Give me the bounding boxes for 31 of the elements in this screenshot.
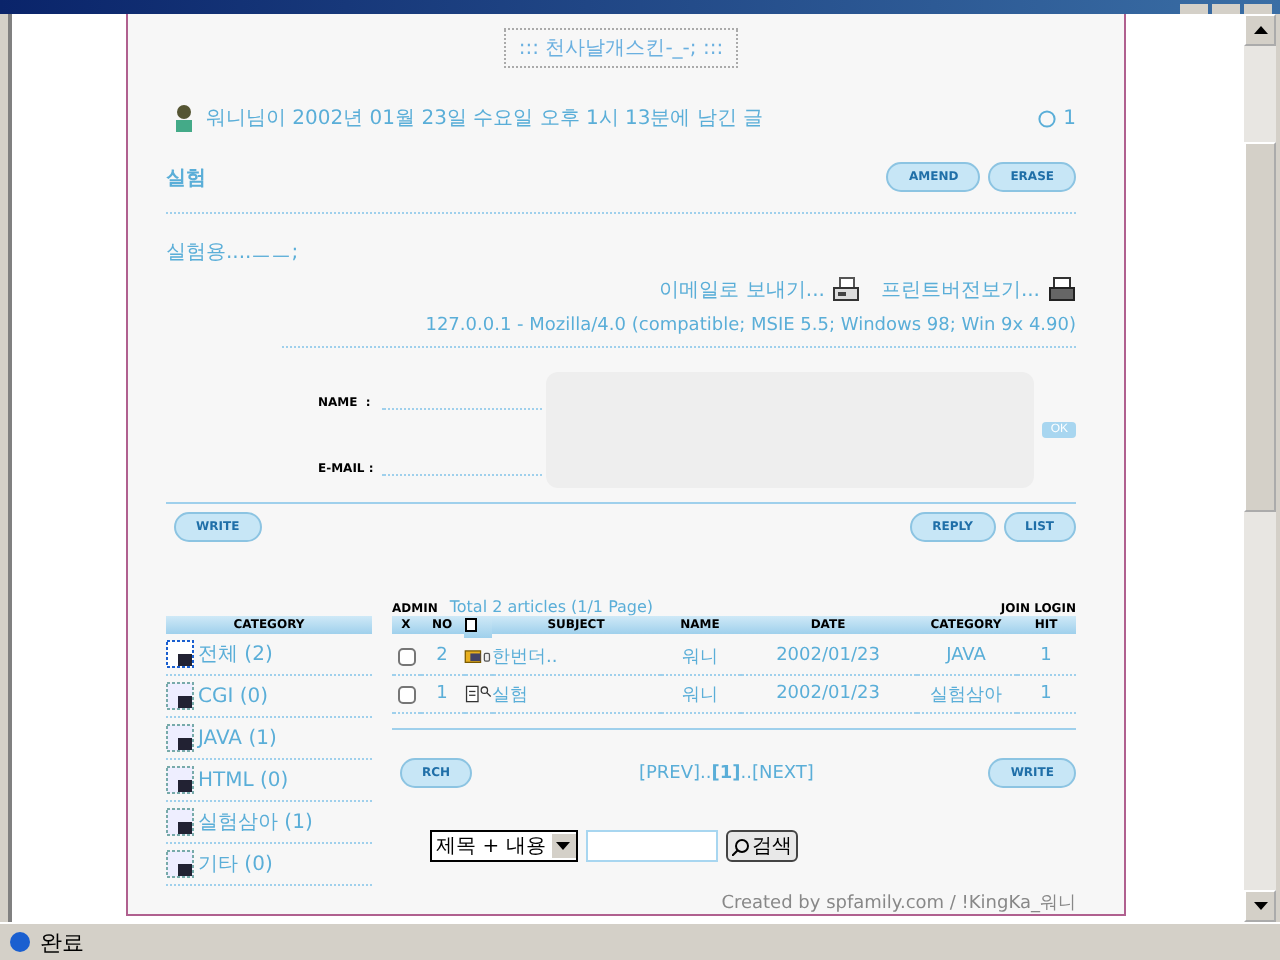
post-body: 실험용....ㅡㅡ; bbox=[166, 240, 301, 266]
credit-text: Created by spfamily.com / !KingKa_워니 bbox=[719, 892, 1076, 916]
page-links[interactable]: [PREV]..[1]..[NEXT] bbox=[638, 763, 814, 783]
table-cell: 1 bbox=[1016, 638, 1076, 676]
table-cell: 1 bbox=[1016, 676, 1076, 714]
post-subject: 실험 bbox=[166, 165, 206, 191]
action-link[interactable]: 이메일로 보내기... bbox=[659, 276, 861, 304]
table-cell: 워니 bbox=[660, 638, 740, 676]
category-item[interactable]: JAVA (1) bbox=[166, 718, 372, 760]
action-link[interactable]: 프린트버전보기... bbox=[880, 276, 1076, 304]
table-cell: JAVA bbox=[916, 638, 1016, 676]
table-cell: 1 bbox=[420, 676, 464, 714]
status-text: 완료 bbox=[40, 927, 84, 957]
user-agent: 127.0.0.1 - Mozilla/4.0 (compatible; MSIE 5.5; Windows 98; Win 9x 4.90) bbox=[423, 316, 1076, 336]
table-cell: 워니 bbox=[660, 676, 740, 714]
category-item[interactable]: 전체 (2) bbox=[166, 634, 372, 676]
category-item[interactable]: HTML (0) bbox=[166, 760, 372, 802]
table-cell: 2002/01/23 bbox=[740, 676, 916, 714]
search-type-select[interactable]: 제목 + 내용 bbox=[430, 830, 578, 862]
subject-link[interactable]: 한번더.. bbox=[492, 638, 660, 676]
board-title: ::: 천사날개스킨-_-; ::: bbox=[504, 28, 738, 68]
category-item[interactable]: 기타 (0) bbox=[166, 844, 372, 886]
article-total: Total 2 articles (1/1 Page) bbox=[449, 598, 654, 616]
subject-link[interactable]: 실험 bbox=[492, 676, 660, 714]
category-item[interactable]: CGI (0) bbox=[166, 676, 372, 718]
category-item[interactable]: 실험삼아 (1) bbox=[166, 802, 372, 844]
hit-count: 1 bbox=[1063, 107, 1076, 129]
search-button[interactable]: 검색 bbox=[725, 830, 798, 862]
table-cell: 실험삼아 bbox=[916, 676, 1016, 714]
author-line: 워니님이 2002년 01월 23일 수요일 오후 1시 13분에 남긴 글 bbox=[206, 106, 764, 132]
table-cell: 2002/01/23 bbox=[740, 638, 916, 676]
